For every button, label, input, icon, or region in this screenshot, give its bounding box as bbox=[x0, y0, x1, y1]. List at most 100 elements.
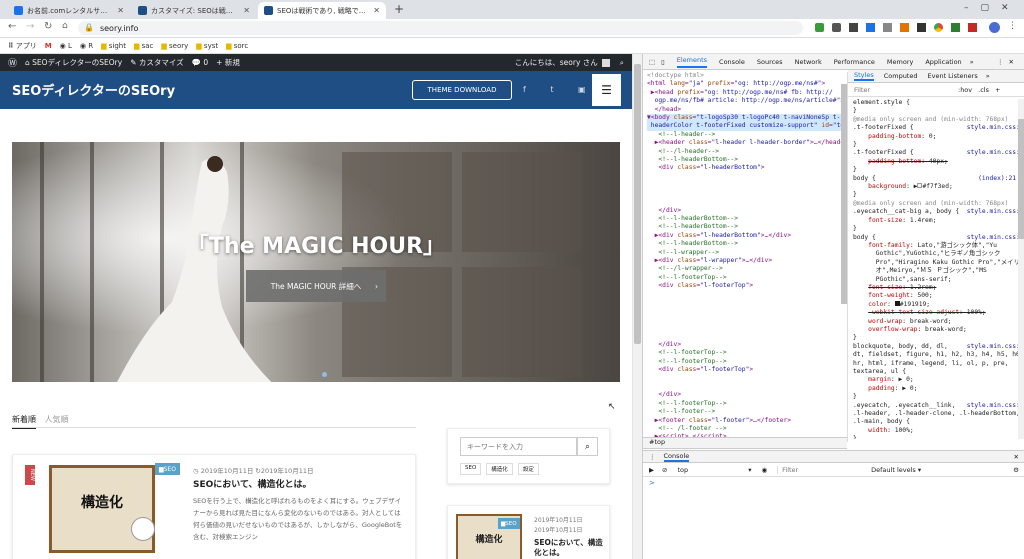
category-label[interactable]: ▆ SEO bbox=[155, 463, 180, 475]
bookmark-gmail[interactable]: M bbox=[45, 42, 52, 50]
eye-icon[interactable]: ◉ bbox=[761, 466, 767, 474]
avatar[interactable] bbox=[601, 58, 610, 67]
admin-customize-link[interactable]: ✎ カスタマイズ bbox=[130, 57, 183, 68]
cls-toggle[interactable]: .cls bbox=[978, 86, 989, 94]
tag-structure[interactable]: 構造化 bbox=[486, 463, 513, 475]
bookmark-l[interactable]: ◉ L bbox=[60, 42, 72, 50]
home-icon[interactable]: ⌂ bbox=[62, 22, 68, 31]
hamburger-menu-icon[interactable]: ☰ bbox=[592, 74, 621, 106]
bookmark-r[interactable]: ◉ R bbox=[80, 42, 93, 50]
bookmark-folder-sac[interactable]: ▆ sac bbox=[134, 42, 153, 50]
extension-icon[interactable] bbox=[917, 23, 926, 32]
extension-icon[interactable] bbox=[832, 23, 841, 32]
hero-detail-button[interactable]: The MAGIC HOUR 詳細へ › bbox=[246, 270, 386, 302]
dom-breadcrumb[interactable]: #top bbox=[643, 437, 847, 449]
add-rule-icon[interactable]: + bbox=[995, 86, 1000, 94]
bookmark-folder-sorc[interactable]: ▆ sorc bbox=[226, 42, 248, 50]
slider-dot[interactable] bbox=[322, 372, 327, 377]
drawer-menu-icon[interactable]: ⋮ bbox=[649, 453, 656, 461]
tab-popular[interactable]: 人気順 bbox=[45, 415, 69, 424]
dom-scrollbar-thumb[interactable] bbox=[841, 84, 847, 304]
extension-icon[interactable] bbox=[968, 23, 977, 32]
sidebar-toggle-icon[interactable]: ▶ bbox=[649, 466, 654, 474]
bookmark-apps[interactable]: ⠿ アプリ bbox=[8, 41, 37, 51]
gear-icon[interactable]: ⚙ bbox=[1013, 466, 1019, 474]
extension-icon[interactable] bbox=[900, 23, 909, 32]
admin-comments-link[interactable]: 💬 0 bbox=[192, 58, 209, 67]
browser-tab-1[interactable]: お名前.comレンタルサーバー コントロ… ✕ bbox=[8, 2, 130, 19]
page-scrollbar[interactable] bbox=[632, 54, 642, 559]
styles-rules[interactable]: element.style { } @media only screen and… bbox=[853, 99, 1019, 439]
menu-kebab-icon[interactable]: ⋮ bbox=[1008, 22, 1017, 31]
address-bar[interactable]: 🔒 seory.info bbox=[78, 21, 803, 35]
context-select[interactable]: top ▾ bbox=[677, 466, 751, 474]
dom-tree[interactable]: <!doctype html> <html lang="ja" prefix="… bbox=[647, 72, 845, 442]
tab-event-listeners[interactable]: Event Listeners bbox=[928, 72, 978, 80]
console-prompt[interactable]: > bbox=[649, 479, 655, 487]
url-text[interactable]: seory.info bbox=[100, 24, 138, 33]
device-icon[interactable]: ▯ bbox=[661, 58, 665, 66]
splitter[interactable] bbox=[847, 72, 848, 442]
tab-network[interactable]: Network bbox=[795, 58, 822, 66]
sidebar-post-title[interactable]: SEOにおいて、構造化とは。 bbox=[534, 538, 606, 558]
search-input[interactable] bbox=[460, 437, 577, 456]
extension-icon[interactable] bbox=[866, 23, 875, 32]
scrollbar-thumb[interactable] bbox=[634, 64, 641, 344]
clear-console-icon[interactable]: ⊘ bbox=[662, 466, 667, 474]
search-icon[interactable]: ⌕ bbox=[620, 58, 624, 68]
reload-icon[interactable]: ↻ bbox=[44, 22, 52, 32]
theme-download-button[interactable]: THEME DOWNLOAD bbox=[412, 80, 512, 100]
extension-icon[interactable] bbox=[883, 23, 892, 32]
more-tabs-icon[interactable]: » bbox=[970, 58, 974, 66]
close-icon[interactable]: ✕ bbox=[1014, 453, 1019, 461]
more-tabs-icon[interactable]: » bbox=[986, 72, 990, 80]
new-tab-button[interactable]: + bbox=[394, 2, 404, 16]
sidebar-post-card[interactable]: 構造化 ▆ SEO 2019年10月11日 2019年10月11日 SEOにおいて… bbox=[447, 505, 610, 559]
tab-memory[interactable]: Memory bbox=[887, 58, 913, 66]
devtools-menu-icons[interactable]: ⋮✕ bbox=[997, 58, 1019, 66]
extension-icon[interactable] bbox=[849, 23, 858, 32]
styles-scrollbar[interactable] bbox=[1018, 99, 1024, 439]
tag-seo[interactable]: SEO bbox=[460, 463, 482, 475]
close-icon[interactable]: ✕ bbox=[243, 6, 250, 15]
tab-styles[interactable]: Styles bbox=[854, 71, 874, 81]
tab-computed[interactable]: Computed bbox=[884, 72, 918, 80]
log-levels-select[interactable]: Default levels ▾ bbox=[871, 466, 921, 474]
forward-icon[interactable]: → bbox=[26, 22, 34, 32]
close-icon[interactable]: ✕ bbox=[117, 6, 124, 15]
post-title[interactable]: SEOにおいて、構造化とは。 bbox=[193, 477, 312, 490]
inspect-icon[interactable]: ⬚ bbox=[649, 58, 655, 66]
scrollbar-thumb[interactable] bbox=[1018, 119, 1024, 239]
site-logo[interactable]: SEOディレクターのSEOry bbox=[12, 80, 175, 99]
window-controls[interactable]: –▢✕ bbox=[964, 3, 1021, 13]
close-icon[interactable]: ✕ bbox=[373, 6, 380, 15]
wordpress-icon[interactable]: Ⓦ bbox=[8, 56, 17, 69]
styles-filter-input[interactable] bbox=[854, 86, 954, 94]
post-card[interactable]: NEW 構造化 ▆ SEO ◷ 2019年10月11日 ↻2019年10月11日… bbox=[12, 454, 416, 559]
category-label[interactable]: ▆ SEO bbox=[498, 518, 520, 529]
bookmark-folder-seory[interactable]: ▆ seory bbox=[161, 42, 188, 50]
chrome-icon[interactable] bbox=[934, 23, 943, 32]
admin-site-link[interactable]: ⌂ SEOディレクターのSEOry bbox=[25, 57, 122, 68]
back-icon[interactable]: ← bbox=[8, 22, 16, 32]
avatar[interactable] bbox=[989, 22, 1000, 33]
tab-elements[interactable]: Elements bbox=[676, 56, 708, 68]
hov-toggle[interactable]: :hov bbox=[958, 86, 972, 94]
tab-sources[interactable]: Sources bbox=[757, 58, 783, 66]
console-filter-input[interactable] bbox=[777, 465, 862, 474]
bookmark-folder-sight[interactable]: ▆ sight bbox=[101, 42, 126, 50]
admin-new-link[interactable]: + 新規 bbox=[216, 57, 240, 68]
browser-tab-3[interactable]: SEOは戦術であり, 戦略ではない。 ✕ bbox=[258, 2, 386, 19]
tab-console[interactable]: Console bbox=[719, 58, 745, 66]
search-icon[interactable]: ⌕ bbox=[577, 437, 598, 456]
drawer-tab-console[interactable]: Console bbox=[663, 452, 690, 462]
browser-tab-2[interactable]: カスタマイズ: SEOは戦術であり, 戦略… ✕ bbox=[132, 2, 256, 19]
breadcrumb-item[interactable]: #top bbox=[649, 438, 665, 446]
extension-icon[interactable] bbox=[815, 23, 824, 32]
bookmark-folder-syst[interactable]: ▆ syst bbox=[196, 42, 218, 50]
tab-performance[interactable]: Performance bbox=[834, 58, 875, 66]
hero-slider[interactable] bbox=[12, 142, 620, 382]
extension-icon[interactable] bbox=[951, 23, 960, 32]
tab-application[interactable]: Application bbox=[925, 58, 961, 66]
tag-setting[interactable]: 設定 bbox=[517, 463, 539, 475]
